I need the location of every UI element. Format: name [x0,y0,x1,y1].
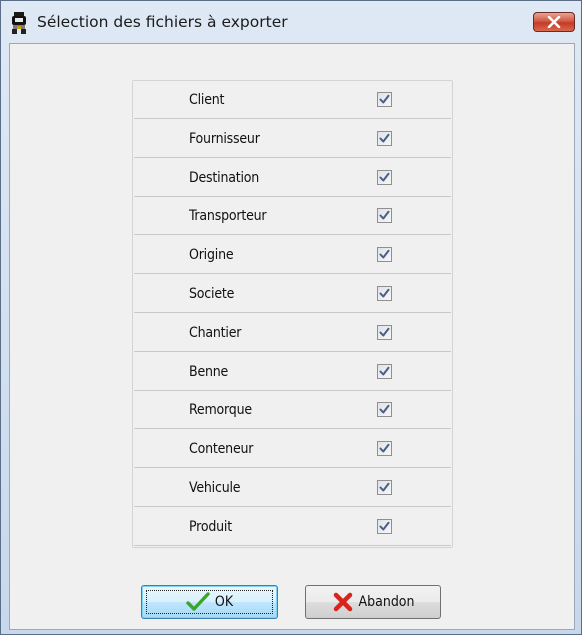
file-checkbox[interactable] [377,324,392,340]
checkbox-mark-icon [379,249,390,259]
file-checkbox[interactable] [377,169,392,185]
file-checkbox[interactable] [377,441,392,457]
file-label: Conteneur [189,441,254,458]
file-checkbox[interactable] [377,92,392,107]
file-row-origine[interactable]: Origine [134,237,451,275]
abandon-button[interactable]: Abandon [305,585,441,619]
checkbox-mark-icon [379,521,390,531]
file-row-remorque[interactable]: Remorque [134,392,451,430]
file-label: Client [189,92,225,108]
file-row-destination[interactable]: Destination [134,160,451,197]
cross-icon [332,592,354,612]
file-row-benne[interactable]: Benne [134,354,451,391]
checkbox-mark-icon [379,211,390,220]
dialog-window: Sélection des fichiers à exporter Client… [0,0,582,635]
checkbox-mark-icon [379,366,390,376]
file-checkbox[interactable] [377,518,392,534]
file-label: Destination [189,169,260,186]
checkbox-mark-icon [379,443,390,453]
checkbox-mark-icon [379,133,390,143]
file-label: Fournisseur [189,130,260,147]
file-row-chantier[interactable]: Chantier [134,315,451,352]
checkbox-mark-icon [379,94,390,104]
dialog-body: Client Fournisseur Destination Transporteur… [9,43,575,630]
close-button[interactable] [533,12,575,32]
file-row-fournisseur[interactable]: Fournisseur [134,121,451,158]
file-row-client[interactable]: Client [134,82,451,119]
file-checkbox[interactable] [377,247,392,263]
checkbox-mark-icon [379,405,390,414]
file-label: Remorque [189,402,252,419]
focus-rectangle [146,590,273,614]
title-bar[interactable]: Sélection des fichiers à exporter [1,1,581,43]
file-checkbox[interactable] [377,208,392,224]
checkbox-mark-icon [379,288,390,298]
file-row-transporteur[interactable]: Transporteur [134,198,451,236]
file-row-societe[interactable]: Societe [134,276,451,313]
file-label: Transporteur [189,208,267,225]
file-checkbox[interactable] [377,286,392,301]
file-checkbox[interactable] [377,402,392,418]
abandon-label: Abandon [358,594,415,610]
file-label: Benne [189,363,229,380]
checkbox-mark-icon [379,327,390,337]
checkbox-mark-icon [379,172,390,182]
file-label: Vehicule [189,480,241,496]
file-list: Client Fournisseur Destination Transporteur… [132,80,453,548]
file-checkbox[interactable] [377,480,392,495]
close-icon [547,13,561,32]
file-checkbox[interactable] [377,130,392,146]
app-icon [10,12,28,34]
file-row-produit[interactable]: Produit [134,509,451,546]
file-label: Origine [189,247,234,264]
file-checkbox[interactable] [377,363,392,379]
file-label: Chantier [189,324,242,341]
checkbox-mark-icon [379,482,390,492]
file-label: Societe [189,286,235,302]
file-label: Produit [189,518,232,535]
window-title: Sélection des fichiers à exporter [37,13,288,31]
ok-button[interactable]: OK [141,585,278,619]
file-row-vehicule[interactable]: Vehicule [134,470,451,507]
file-row-conteneur[interactable]: Conteneur [134,431,451,469]
